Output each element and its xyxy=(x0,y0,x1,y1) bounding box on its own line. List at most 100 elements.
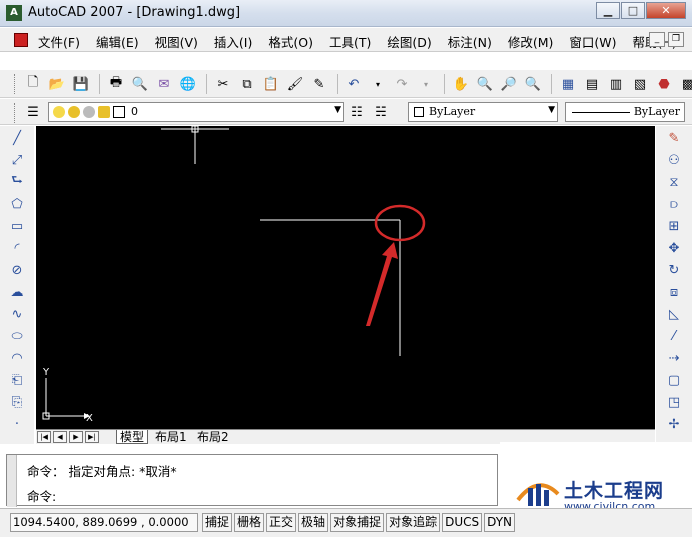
array-icon[interactable]: ⊞ xyxy=(662,216,686,236)
cut-icon[interactable]: ✂ xyxy=(212,74,234,94)
pan-icon[interactable]: ✋ xyxy=(450,74,472,94)
zoom-realtime-icon[interactable]: 🔍 xyxy=(474,74,496,94)
lock-icon[interactable] xyxy=(98,106,110,118)
save-icon[interactable]: 💾 xyxy=(70,74,92,94)
layer-color-icon[interactable] xyxy=(113,106,125,118)
mirror-icon[interactable]: ⧖ xyxy=(662,172,686,192)
zoom-window-icon[interactable]: 🔎 xyxy=(498,74,520,94)
menu-insert[interactable]: 插入(I) xyxy=(214,32,252,51)
ducs-toggle[interactable]: DUCS xyxy=(442,513,483,532)
stretch-icon[interactable]: ◺ xyxy=(662,304,686,324)
paste-icon[interactable]: 📋 xyxy=(260,74,282,94)
menu-file[interactable]: 文件(F) xyxy=(38,32,80,51)
osnap-toggle[interactable]: 对象捕捉 xyxy=(330,513,385,532)
lightbulb-icon[interactable] xyxy=(53,106,65,118)
menu-dimension[interactable]: 标注(N) xyxy=(448,32,492,51)
point-icon[interactable]: · xyxy=(5,414,29,434)
rotate-icon[interactable]: ↻ xyxy=(662,260,686,280)
linetype-dropdown[interactable]: ByLayer xyxy=(565,102,685,122)
menu-window[interactable]: 窗口(W) xyxy=(569,32,616,51)
layer-manager-icon[interactable]: ☰ xyxy=(22,102,44,122)
tab-layout2[interactable]: 布局2 xyxy=(194,430,232,444)
explode-icon[interactable]: ✢ xyxy=(662,414,686,434)
offset-icon[interactable]: ⫐ xyxy=(662,194,686,214)
command-window-grip[interactable] xyxy=(7,455,17,507)
layer-previous-icon[interactable]: ☵ xyxy=(370,102,392,122)
command-window[interactable]: 命令： 指定对角点: *取消* 命令: xyxy=(6,454,498,507)
calculator-icon[interactable]: ▩ xyxy=(677,74,692,94)
arc-icon[interactable]: ◜ xyxy=(5,238,29,258)
publish-icon[interactable]: ✉ xyxy=(153,74,175,94)
break-icon[interactable]: ▢ xyxy=(662,370,686,390)
print-preview-icon[interactable]: 🔍 xyxy=(129,74,151,94)
snap-toggle[interactable]: 捕捉 xyxy=(202,513,233,532)
menu-modify[interactable]: 修改(M) xyxy=(508,32,554,51)
document-icon[interactable] xyxy=(14,33,28,47)
new-file-icon[interactable]: 🗋 xyxy=(22,74,44,94)
sun-icon[interactable] xyxy=(68,106,80,118)
web-publish-icon[interactable]: 🌐 xyxy=(177,74,199,94)
grid-toggle[interactable]: 栅格 xyxy=(234,513,265,532)
minimize-button[interactable]: ▁ xyxy=(596,2,620,19)
next-tab-icon[interactable]: ▶ xyxy=(69,431,83,443)
insert-block-icon[interactable]: ⎗ xyxy=(5,370,29,390)
move-icon[interactable]: ✥ xyxy=(662,238,686,258)
tab-layout1[interactable]: 布局1 xyxy=(152,430,190,444)
undo-dropdown-icon[interactable]: ▾ xyxy=(367,74,389,94)
tab-model[interactable]: 模型 xyxy=(116,430,149,444)
line-icon[interactable]: ╱ xyxy=(5,128,29,148)
chamfer-icon[interactable]: ◳ xyxy=(662,392,686,412)
chevron-down-icon[interactable]: ▼ xyxy=(548,105,555,115)
ortho-toggle[interactable]: 正交 xyxy=(266,513,297,532)
zoom-previous-icon[interactable]: 🔍 xyxy=(522,74,544,94)
make-layer-current-icon[interactable]: ☷ xyxy=(346,102,368,122)
menu-view[interactable]: 视图(V) xyxy=(155,32,198,51)
trim-icon[interactable]: ⁄ xyxy=(662,326,686,346)
spline-icon[interactable]: ∿ xyxy=(5,304,29,324)
drawing-canvas[interactable]: Y X xyxy=(36,125,655,430)
autocad-logo-icon[interactable]: A xyxy=(6,5,22,21)
toolbar-grip[interactable] xyxy=(14,74,17,94)
redo-dropdown-icon[interactable]: ▾ xyxy=(415,74,437,94)
open-file-icon[interactable]: 📂 xyxy=(46,74,68,94)
scale-icon[interactable]: ⧈ xyxy=(662,282,686,302)
color-dropdown[interactable]: ByLayer ▼ xyxy=(408,102,558,122)
menu-edit[interactable]: 编辑(E) xyxy=(96,32,139,51)
copy-icon[interactable]: ⧉ xyxy=(236,74,258,94)
sheet-set-icon[interactable]: ▧ xyxy=(629,74,651,94)
properties-icon[interactable]: ▦ xyxy=(557,74,579,94)
polyline-icon[interactable]: ⮑ xyxy=(5,172,29,192)
document-restore-button[interactable]: ❐ xyxy=(668,32,684,47)
coordinate-readout[interactable]: 1094.5400, 889.0699 , 0.0000 xyxy=(10,513,198,532)
menu-tools[interactable]: 工具(T) xyxy=(329,32,371,51)
ellipse-arc-icon[interactable]: ◠ xyxy=(5,348,29,368)
extend-icon[interactable]: ⇢ xyxy=(662,348,686,368)
command-prompt[interactable]: 命令: xyxy=(27,486,56,505)
dyn-toggle[interactable]: DYN xyxy=(484,513,516,532)
close-button[interactable]: ✕ xyxy=(646,2,686,19)
make-block-icon[interactable]: ⎘ xyxy=(5,392,29,412)
previous-tab-icon[interactable]: ◀ xyxy=(53,431,67,443)
last-tab-icon[interactable]: ▶| xyxy=(85,431,99,443)
menu-draw[interactable]: 绘图(D) xyxy=(387,32,431,51)
erase-icon[interactable]: ✎ xyxy=(662,128,686,148)
redo-icon[interactable]: ↷ xyxy=(391,74,413,94)
viewport-freeze-icon[interactable] xyxy=(83,106,95,118)
block-editor-icon[interactable]: ✎ xyxy=(308,74,330,94)
design-center-icon[interactable]: ▤ xyxy=(581,74,603,94)
maximize-button[interactable]: □ xyxy=(621,2,645,19)
toolbar-grip[interactable] xyxy=(14,103,17,123)
revision-cloud-icon[interactable]: ☁ xyxy=(5,282,29,302)
markup-icon[interactable]: ⬣ xyxy=(653,74,675,94)
construction-line-icon[interactable]: ⤢ xyxy=(5,150,29,170)
rectangle-icon[interactable]: ▭ xyxy=(5,216,29,236)
polar-toggle[interactable]: 极轴 xyxy=(298,513,329,532)
first-tab-icon[interactable]: |◀ xyxy=(37,431,51,443)
menu-format[interactable]: 格式(O) xyxy=(268,32,313,51)
circle-icon[interactable]: ⊘ xyxy=(5,260,29,280)
polygon-icon[interactable]: ⬠ xyxy=(5,194,29,214)
ellipse-icon[interactable]: ⬭ xyxy=(5,326,29,346)
document-minimize-button[interactable]: _ xyxy=(649,32,665,47)
tool-palettes-icon[interactable]: ▥ xyxy=(605,74,627,94)
otrack-toggle[interactable]: 对象追踪 xyxy=(386,513,441,532)
